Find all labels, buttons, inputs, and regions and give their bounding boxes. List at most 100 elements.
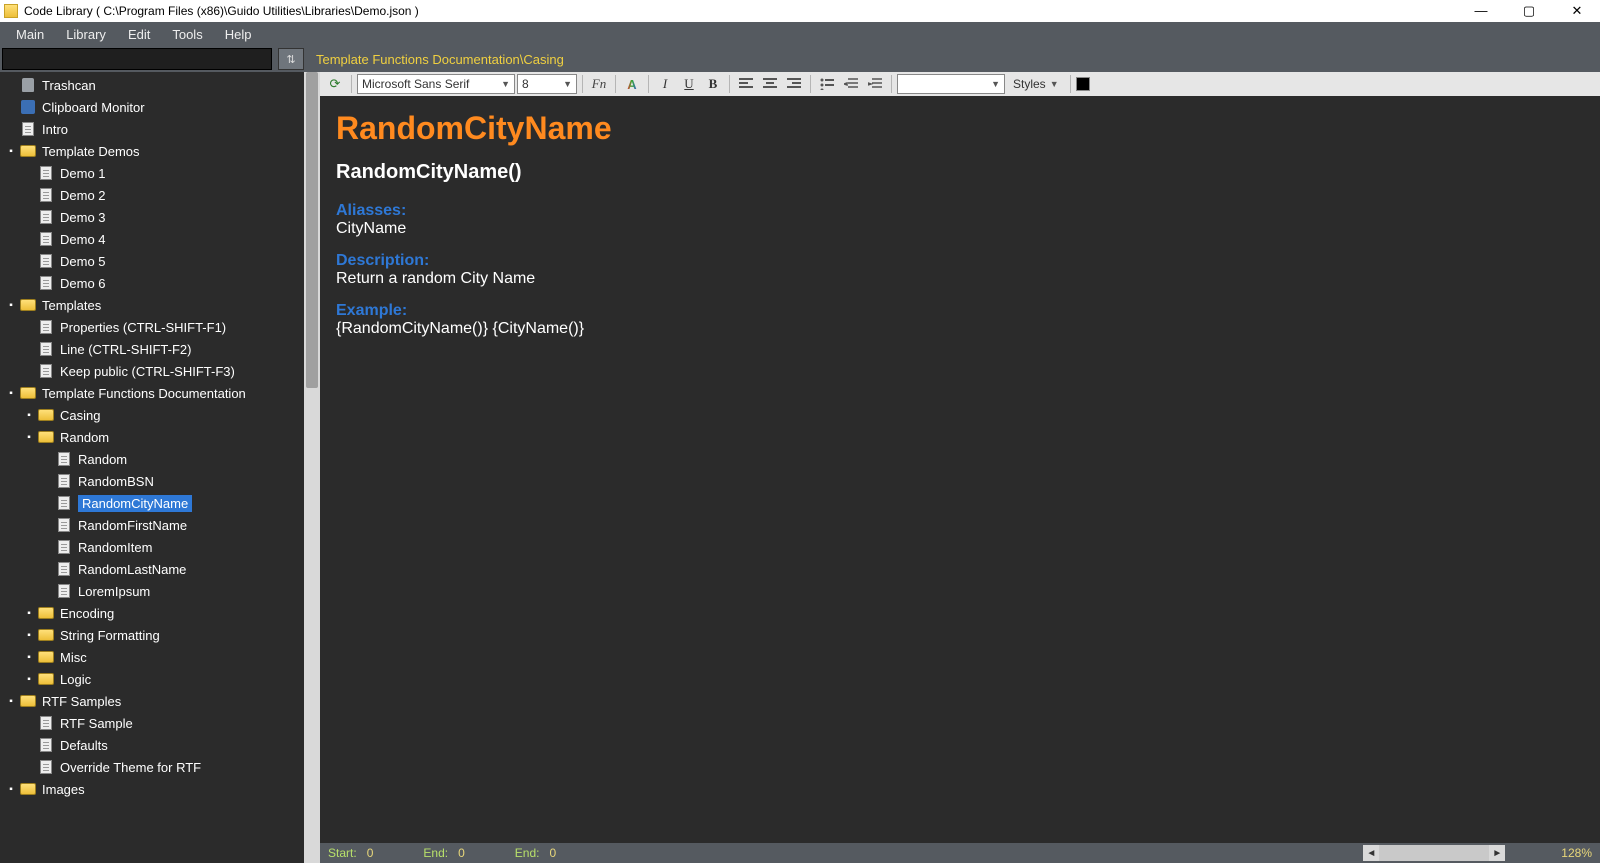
style-preset-select[interactable]: ▼ (897, 74, 1005, 94)
tree-item[interactable]: Defaults (0, 734, 304, 756)
tree-item[interactable]: Trashcan (0, 74, 304, 96)
styles-dropdown[interactable]: Styles ▼ (1007, 77, 1065, 91)
collapse-icon[interactable]: ▪ (24, 652, 34, 663)
font-family-select[interactable]: Microsoft Sans Serif ▼ (357, 74, 515, 94)
tree-item[interactable]: Demo 2 (0, 184, 304, 206)
align-right-button[interactable] (783, 74, 805, 94)
sort-icon: ⇅ (286, 53, 295, 66)
bold-button[interactable]: B (702, 74, 724, 94)
tree-item[interactable]: ▪Encoding (0, 602, 304, 624)
scrollbar-thumb[interactable] (306, 72, 318, 388)
tree-item[interactable]: ▪Casing (0, 404, 304, 426)
sort-button[interactable]: ⇅ (278, 48, 304, 70)
main-area: TrashcanClipboard MonitorIntro▪Template … (0, 72, 1600, 863)
tree-item-label: Demo 1 (60, 166, 106, 181)
collapse-icon[interactable]: ▪ (6, 388, 16, 399)
align-left-button[interactable] (735, 74, 757, 94)
tree-item[interactable]: RandomCityName (0, 492, 304, 514)
tree-item[interactable]: ▪Images (0, 778, 304, 800)
tree-item[interactable]: RandomFirstName (0, 514, 304, 536)
editor-column: ⟳ Microsoft Sans Serif ▼ 8 ▼ Fn A I U B (320, 72, 1600, 863)
tree-item[interactable]: RandomLastName (0, 558, 304, 580)
menu-edit[interactable]: Edit (118, 24, 160, 45)
italic-button[interactable]: I (654, 74, 676, 94)
scroll-right-button[interactable]: ► (1489, 845, 1505, 861)
tree-item-label: Override Theme for RTF (60, 760, 201, 775)
tree-item[interactable]: Demo 6 (0, 272, 304, 294)
collapse-icon[interactable]: ▪ (24, 608, 34, 619)
tree-item[interactable]: ▪Misc (0, 646, 304, 668)
refresh-button[interactable]: ⟳ (324, 74, 346, 94)
tree-item[interactable]: Clipboard Monitor (0, 96, 304, 118)
font-color-button[interactable]: A (621, 74, 643, 94)
tree-item[interactable]: Properties (CTRL-SHIFT-F1) (0, 316, 304, 338)
collapse-icon[interactable]: ▪ (24, 432, 34, 443)
align-center-button[interactable] (759, 74, 781, 94)
tree-item[interactable]: Line (CTRL-SHIFT-F2) (0, 338, 304, 360)
folder-icon (38, 650, 54, 664)
tree-item[interactable]: Override Theme for RTF (0, 756, 304, 778)
tree-item[interactable]: RandomItem (0, 536, 304, 558)
tree-item[interactable]: Demo 4 (0, 228, 304, 250)
collapse-icon[interactable]: ▪ (6, 300, 16, 311)
align-center-icon (763, 78, 777, 90)
editor-content[interactable]: RandomCityName RandomCityName() Aliasses… (320, 96, 1600, 843)
tree-item[interactable]: Intro (0, 118, 304, 140)
tree-item[interactable]: ▪Templates (0, 294, 304, 316)
collapse-icon[interactable]: ▪ (6, 784, 16, 795)
collapse-icon[interactable]: ▪ (24, 630, 34, 641)
folder-icon (20, 386, 36, 400)
tree-item[interactable]: ▪Logic (0, 668, 304, 690)
indent-button[interactable] (864, 74, 886, 94)
maximize-button[interactable]: ▢ (1514, 3, 1544, 19)
tree-item[interactable]: ▪Template Demos (0, 140, 304, 162)
sidebar: TrashcanClipboard MonitorIntro▪Template … (0, 72, 320, 863)
status-start-label: Start: (328, 846, 357, 860)
file-icon (38, 210, 54, 224)
tree-item[interactable]: RTF Sample (0, 712, 304, 734)
search-input[interactable] (2, 48, 272, 70)
tree-item[interactable]: Demo 3 (0, 206, 304, 228)
bullet-list-button[interactable] (816, 74, 838, 94)
dropdown-icon: ▼ (991, 79, 1000, 89)
tree-item[interactable]: ▪Random (0, 426, 304, 448)
aliases-body: CityName (336, 220, 1584, 238)
collapse-icon[interactable]: ▪ (24, 410, 34, 421)
tree-item[interactable]: Demo 5 (0, 250, 304, 272)
tree-item-label: RandomBSN (78, 474, 154, 489)
tree-item[interactable]: ▪RTF Samples (0, 690, 304, 712)
tree-item[interactable]: RandomBSN (0, 470, 304, 492)
insert-function-button[interactable]: Fn (588, 74, 610, 94)
tree-item-label: Demo 5 (60, 254, 106, 269)
underline-button[interactable]: U (678, 74, 700, 94)
tree-item[interactable]: ▪String Formatting (0, 624, 304, 646)
status-start-value: 0 (367, 846, 374, 860)
tree-item[interactable]: Random (0, 448, 304, 470)
background-color-swatch[interactable] (1076, 77, 1090, 91)
close-button[interactable]: ✕ (1562, 3, 1592, 19)
tree-item[interactable]: LoremIpsum (0, 580, 304, 602)
menu-help[interactable]: Help (215, 24, 262, 45)
folder-icon (20, 694, 36, 708)
horizontal-scrollbar[interactable]: ◄ ► (1363, 845, 1505, 861)
collapse-icon[interactable]: ▪ (6, 146, 16, 157)
file-icon (38, 188, 54, 202)
font-size-select[interactable]: 8 ▼ (517, 74, 577, 94)
collapse-icon[interactable]: ▪ (6, 696, 16, 707)
dropdown-icon: ▼ (501, 79, 510, 89)
minimize-button[interactable]: — (1466, 3, 1496, 19)
tree-item[interactable]: Demo 1 (0, 162, 304, 184)
collapse-icon[interactable]: ▪ (24, 674, 34, 685)
scroll-track[interactable] (1379, 845, 1489, 861)
menu-tools[interactable]: Tools (162, 24, 212, 45)
menu-library[interactable]: Library (56, 24, 116, 45)
tree-item-label: Defaults (60, 738, 108, 753)
menu-main[interactable]: Main (6, 24, 54, 45)
tree-item[interactable]: Keep public (CTRL-SHIFT-F3) (0, 360, 304, 382)
sidebar-scrollbar[interactable] (304, 72, 320, 863)
tree-item[interactable]: ▪Template Functions Documentation (0, 382, 304, 404)
aliases-heading: Aliasses: (336, 202, 1584, 220)
outdent-button[interactable] (840, 74, 862, 94)
file-icon (56, 496, 72, 510)
scroll-left-button[interactable]: ◄ (1363, 845, 1379, 861)
